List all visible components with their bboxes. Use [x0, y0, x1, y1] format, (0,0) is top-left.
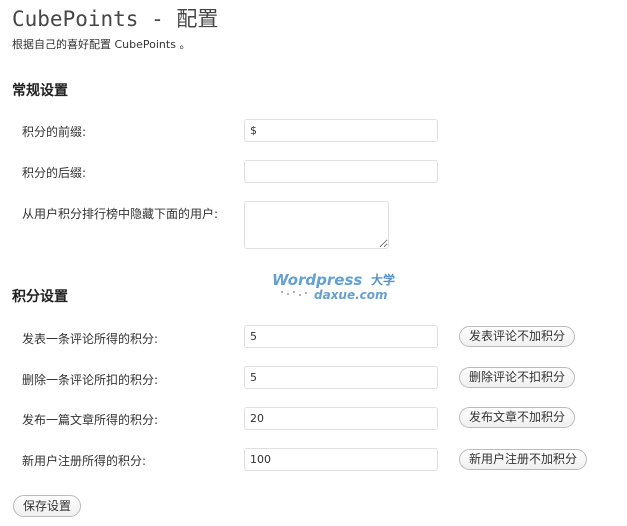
no-delete-comment-points-button[interactable]: 删除评论不扣积分: [459, 367, 576, 388]
prefix-label: 积分的前缀:: [22, 125, 87, 139]
suffix-label: 积分的后缀:: [22, 166, 87, 180]
delete-comment-points-label: 删除一条评论所扣的积分:: [22, 373, 159, 387]
points-settings-heading: 积分设置: [12, 289, 68, 305]
no-register-points-button[interactable]: 新用户注册不加积分: [459, 449, 588, 470]
suffix-input[interactable]: [244, 160, 438, 183]
no-post-points-button[interactable]: 发布文章不加积分: [459, 407, 576, 428]
wordpress-daxue-watermark-logo: Wordpress 大学 daxue.com: [272, 271, 395, 302]
prefix-input[interactable]: [244, 119, 438, 142]
no-comment-points-button[interactable]: 发表评论不加积分: [459, 326, 576, 347]
post-points-input[interactable]: [244, 407, 438, 430]
watermark-line1: Wordpress: [272, 271, 362, 289]
register-points-input[interactable]: [244, 448, 438, 471]
save-settings-button[interactable]: 保存设置: [13, 495, 82, 517]
hide-users-textarea[interactable]: [244, 201, 389, 249]
watermark-line2: daxue.com: [314, 288, 388, 302]
hide-users-label: 从用户积分排行榜中隐藏下面的用户:: [22, 207, 219, 221]
general-settings-heading: 常规设置: [12, 83, 68, 99]
post-points-label: 发布一篇文章所得的积分:: [22, 413, 159, 427]
comment-points-input[interactable]: [244, 325, 438, 348]
page-description: 根据自己的喜好配置 CubePoints 。: [12, 38, 191, 51]
comment-points-label: 发表一条评论所得的积分:: [22, 332, 159, 346]
register-points-label: 新用户注册所得的积分:: [22, 454, 147, 468]
delete-comment-points-input[interactable]: [244, 366, 438, 389]
page-title: CubePoints - 配置: [12, 7, 219, 31]
watermark-line1-suffix: 大学: [371, 272, 395, 287]
